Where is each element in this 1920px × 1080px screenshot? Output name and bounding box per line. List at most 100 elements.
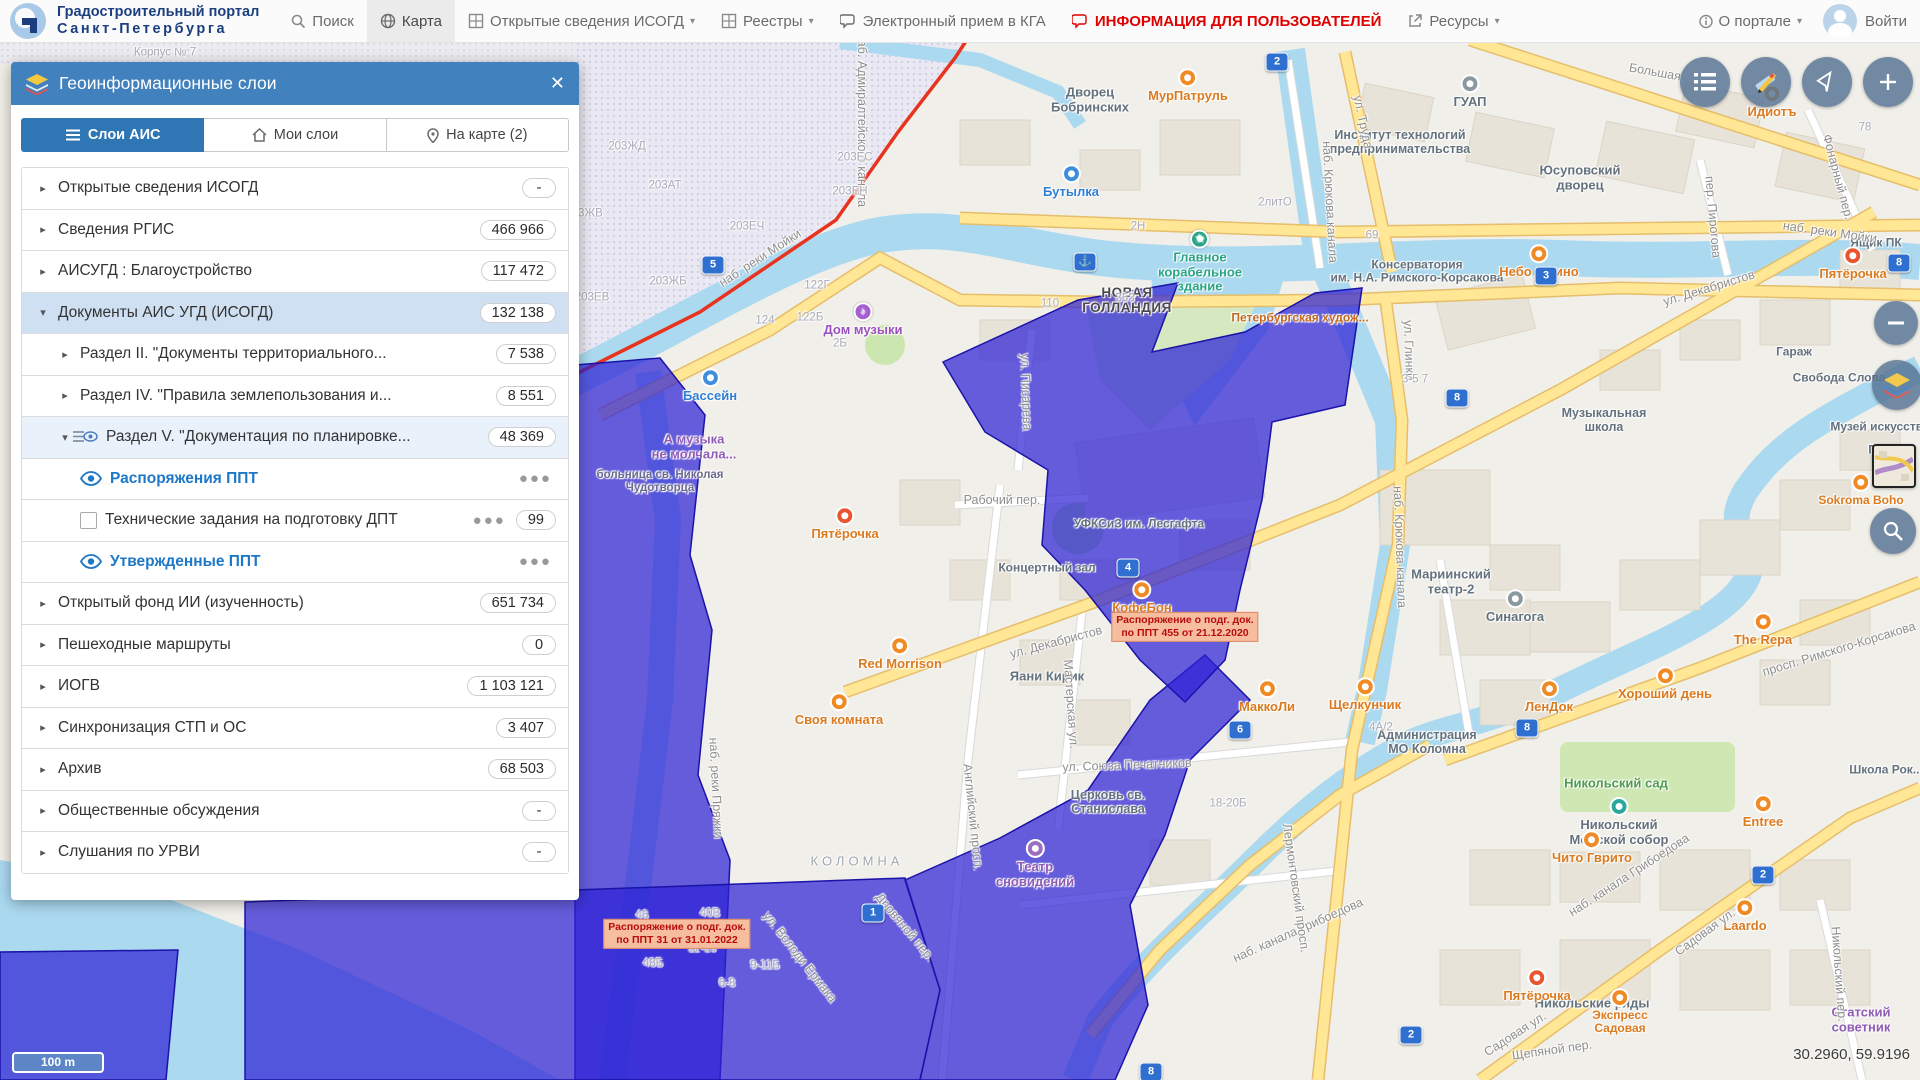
cluster-marker[interactable]: 6 (1229, 721, 1252, 740)
legend-button[interactable] (1680, 57, 1730, 107)
layer-label: Синхронизация СТП и ОС (58, 719, 246, 737)
expand-arrow-icon[interactable]: ▸ (58, 389, 72, 402)
nav-right: О портале▾ Войти (1686, 0, 1920, 42)
layer-row-3[interactable]: ▾Документы АИС УГД (ИСОГД)132 138 (22, 292, 568, 334)
layer-row-4[interactable]: ▸Раздел II. "Документы территориального.… (22, 333, 568, 375)
layer-label: Раздел V. "Документация по планировке... (106, 428, 411, 446)
count-badge: 8 551 (496, 386, 556, 406)
plus-icon (1879, 73, 1897, 91)
tab-2[interactable]: На карте (2) (387, 118, 569, 152)
layer-label: Открытый фонд ИИ (изученность) (58, 594, 304, 612)
basemap-button[interactable] (1872, 444, 1916, 488)
tab-1[interactable]: Мои слои (204, 118, 386, 152)
layer-checkbox[interactable] (80, 512, 97, 529)
layer-label: АИСУГД : Благоустройство (58, 262, 252, 280)
layer-row-5[interactable]: ▸Раздел IV. "Правила землепользования и.… (22, 375, 568, 417)
expand-arrow-icon[interactable]: ▸ (36, 721, 50, 734)
expand-arrow-icon[interactable]: ▸ (58, 348, 72, 361)
more-options-icon[interactable]: ●●● (473, 512, 506, 529)
count-badge: - (522, 178, 556, 198)
more-options-icon[interactable]: ●●● (519, 470, 552, 487)
nav-item-4[interactable]: Электронный прием в КГА (827, 0, 1059, 42)
map-search-icon (1882, 520, 1904, 542)
expand-arrow-icon[interactable]: ▸ (36, 182, 50, 195)
expand-arrow-icon[interactable]: ▾ (36, 306, 50, 319)
nav-item-0[interactable]: Поиск (277, 0, 367, 42)
more-options-icon[interactable]: ●●● (519, 553, 552, 570)
ppt-order-label[interactable]: Распоряжение о подг. док.по ППТ 31 от 31… (603, 919, 750, 949)
cluster-marker[interactable]: 5 (702, 256, 725, 275)
layer-row-13[interactable]: ▸Синхронизация СТП и ОС3 407 (22, 707, 568, 749)
cluster-marker[interactable]: 2 (1752, 866, 1775, 885)
layer-row-6[interactable]: ▾ Раздел V. "Документация по планировке..… (22, 416, 568, 458)
expand-arrow-icon[interactable]: ▾ (58, 431, 72, 444)
nav-item-3[interactable]: Реестры▾ (708, 0, 827, 42)
portal-logo[interactable]: Градостроительный портал Санкт-Петербург… (0, 1, 277, 41)
cluster-marker[interactable]: 3 (1535, 267, 1558, 286)
count-badge: 68 503 (488, 759, 556, 779)
expand-arrow-icon[interactable]: ▸ (36, 638, 50, 651)
layers-list: ▸Открытые сведения ИСОГД-▸Сведения РГИС4… (21, 167, 569, 874)
locate-button[interactable] (1802, 57, 1852, 107)
expand-arrow-icon[interactable]: ▸ (36, 680, 50, 693)
expand-arrow-icon[interactable]: ▸ (36, 804, 50, 817)
cluster-marker[interactable]: 2 (1266, 53, 1289, 72)
cluster-marker[interactable]: ⚓ (1074, 253, 1097, 272)
top-navbar: Градостроительный портал Санкт-Петербург… (0, 0, 1920, 43)
layers-panel-header: Геоинформационные слои ✕ (11, 62, 579, 105)
layer-row-10[interactable]: ▸Открытый фонд ИИ (изученность)651 734 (22, 582, 568, 624)
nav-item-2[interactable]: Открытые сведения ИСОГД▾ (455, 0, 708, 42)
nav-item-about[interactable]: О портале▾ (1686, 0, 1815, 42)
layer-label: Документы АИС УГД (ИСОГД) (58, 304, 273, 322)
visibility-eye-icon[interactable] (80, 471, 102, 486)
expand-arrow-icon[interactable]: ▸ (36, 597, 50, 610)
layer-row-16[interactable]: ▸Слушания по УРВИ- (22, 831, 568, 873)
layer-row-7[interactable]: Распоряжения ППТ ●●● (22, 458, 568, 500)
nav-item-1[interactable]: Карта (367, 0, 455, 42)
expand-arrow-icon[interactable]: ▸ (36, 265, 50, 278)
visibility-eye-icon[interactable] (80, 554, 102, 569)
count-badge: - (522, 842, 556, 862)
layer-row-8[interactable]: Технические задания на подготовку ДПТ ●●●… (22, 499, 568, 541)
minus-button[interactable] (1874, 301, 1918, 345)
map-search-button[interactable] (1870, 508, 1916, 554)
count-badge: 117 472 (481, 261, 556, 281)
layer-row-14[interactable]: ▸Архив68 503 (22, 748, 568, 790)
cluster-marker[interactable]: 8 (1140, 1063, 1163, 1080)
close-icon[interactable]: ✕ (550, 73, 565, 94)
layer-row-12[interactable]: ▸ИОГВ1 103 121 (22, 665, 568, 707)
nav-item-5[interactable]: ИНФОРМАЦИЯ ДЛЯ ПОЛЬЗОВАТЕЛЕЙ (1059, 0, 1395, 42)
cluster-marker[interactable]: 8 (1888, 254, 1911, 273)
count-badge: 7 538 (496, 344, 556, 364)
layers-icon (1883, 372, 1911, 398)
measure-button[interactable] (1741, 57, 1791, 107)
layer-row-11[interactable]: ▸Пешеходные маршруты0 (22, 624, 568, 666)
login-button[interactable]: Войти (1865, 0, 1920, 42)
cluster-marker[interactable]: 2 (1400, 1026, 1423, 1045)
expand-arrow-icon[interactable]: ▸ (36, 846, 50, 859)
tab-0[interactable]: Слои АИС (21, 118, 204, 152)
plus-button[interactable] (1863, 57, 1913, 107)
legend-icon (1693, 72, 1717, 92)
panel-title: Геоинформационные слои (59, 73, 277, 94)
expand-arrow-icon[interactable]: ▸ (36, 223, 50, 236)
nav-item-6[interactable]: Ресурсы▾ (1394, 0, 1512, 42)
layer-row-2[interactable]: ▸ АИСУГД : Благоустройство 117 472 (22, 250, 568, 292)
cluster-marker[interactable]: 4 (1117, 559, 1140, 578)
count-badge: 48 369 (488, 427, 556, 447)
layer-row-9[interactable]: Утвержденные ППТ●●● (22, 541, 568, 583)
layers-button[interactable] (1872, 360, 1920, 410)
minus-icon (1888, 321, 1904, 325)
ppt-order-label[interactable]: Распоряжение о подг. док.по ППТ 455 от 2… (1111, 612, 1258, 642)
expand-arrow-icon[interactable]: ▸ (36, 763, 50, 776)
cluster-marker[interactable]: 8 (1516, 719, 1539, 738)
layer-label: Распоряжения ППТ (110, 470, 258, 488)
portal-title: Градостроительный портал Санкт-Петербург… (57, 4, 259, 37)
layer-label: Технические задания на подготовку ДПТ (105, 511, 398, 529)
cluster-marker[interactable]: 8 (1446, 389, 1469, 408)
layer-row-0[interactable]: ▸Открытые сведения ИСОГД- (22, 168, 568, 209)
cluster-marker[interactable]: 1 (862, 904, 885, 923)
layer-row-1[interactable]: ▸Сведения РГИС466 966 (22, 209, 568, 251)
layer-row-15[interactable]: ▸Общественные обсуждения- (22, 790, 568, 832)
count-badge: 466 966 (480, 220, 556, 240)
